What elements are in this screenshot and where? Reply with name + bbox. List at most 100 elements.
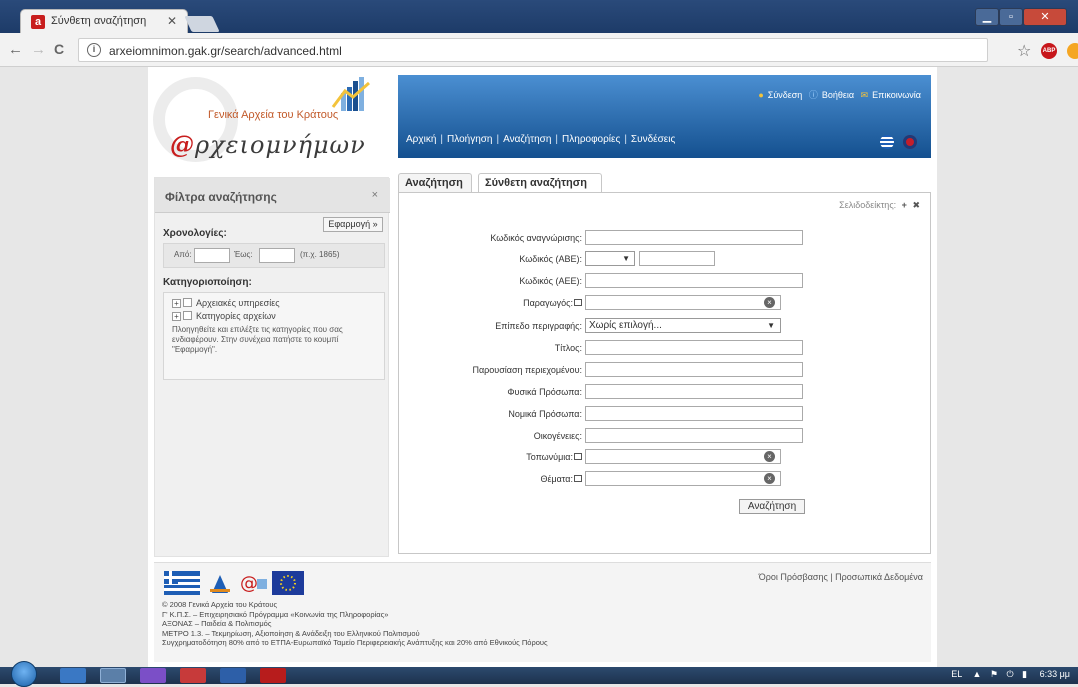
bookmark-add-icon[interactable]: +: [902, 200, 907, 210]
expand-icon[interactable]: +: [172, 312, 181, 321]
footer-links[interactable]: Όροι Πρόσβασης | Προσωπικά Δεδομένα: [759, 572, 923, 582]
svg-text:@: @: [240, 573, 258, 594]
level-label: Επίπεδο περιγραφής:: [495, 321, 582, 331]
nav-links[interactable]: Συνδέσεις: [631, 134, 675, 145]
extension-icon[interactable]: [1067, 43, 1078, 59]
footer-line: ΜΕΤΡΟ 1.3. – Τεκμηρίωση, Αξιοποίηση & Αν…: [162, 628, 420, 638]
clear-icon[interactable]: ×: [764, 297, 775, 308]
tab-title: Σύνθετη αναζήτηση: [51, 15, 147, 27]
forward-icon[interactable]: →: [31, 41, 46, 58]
clock[interactable]: 6:33 μμ: [1040, 669, 1070, 679]
chronology-label: Χρονολογίες:: [163, 228, 227, 239]
tab-advanced-search[interactable]: Σύνθετη αναζήτηση: [478, 173, 602, 194]
tab-close-icon[interactable]: ✕: [167, 14, 177, 28]
tree-item[interactable]: + Κατηγορίες αρχείων: [172, 311, 276, 321]
flag-tray-icon[interactable]: ⚑: [990, 669, 998, 679]
popup-icon[interactable]: [574, 453, 582, 460]
nav-separator: |: [555, 134, 559, 145]
system-tray: EL ▲ ⚑ ⏻ ▮ 6:33 μμ: [951, 669, 1070, 680]
browser-tab[interactable]: a Σύνθετη αναζήτηση ✕: [20, 9, 188, 33]
flag-uk-icon[interactable]: [903, 135, 917, 149]
tab-search[interactable]: Αναζήτηση: [398, 173, 472, 193]
id-input[interactable]: [585, 230, 803, 245]
category-label: Αρχειακές υπηρεσίες: [196, 298, 280, 308]
to-input[interactable]: [259, 248, 295, 263]
explorer-icon[interactable]: [60, 668, 86, 683]
logo-at: @: [170, 130, 195, 159]
clear-icon[interactable]: ×: [764, 451, 775, 462]
help-link[interactable]: Βοήθεια: [822, 90, 854, 100]
login-link[interactable]: Σύνδεση: [768, 90, 803, 100]
footer-line: ΑΞΟΝΑΣ – Παιδεία & Πολιτισμός: [162, 619, 272, 628]
adblock-icon[interactable]: ABP: [1041, 43, 1057, 59]
families-label: Οικογένειες:: [533, 431, 582, 441]
popup-icon[interactable]: [574, 299, 582, 306]
persons-input[interactable]: [585, 384, 803, 399]
url-input[interactable]: i arxeiomnimon.gak.gr/search/advanced.ht…: [78, 38, 988, 62]
level-select[interactable]: Χωρίς επιλογή... ▼: [585, 318, 781, 333]
signal-icon[interactable]: ▮: [1022, 669, 1027, 679]
sidebar-close-icon[interactable]: ×: [372, 189, 378, 201]
close-window-button[interactable]: ✕: [1023, 8, 1067, 26]
chrome-icon[interactable]: [100, 668, 126, 683]
windows-taskbar: EL ▲ ⚑ ⏻ ▮ 6:33 μμ: [0, 661, 1078, 687]
legal-label: Νομικά Πρόσωπα:: [508, 409, 582, 419]
aee-input[interactable]: [585, 273, 803, 288]
subjects-input[interactable]: [585, 471, 781, 486]
title-label: Τίτλος:: [554, 343, 582, 353]
abe-select[interactable]: ▼: [585, 251, 635, 266]
aee-label: Κωδικός (ΑΕΕ):: [519, 276, 582, 286]
places-input[interactable]: [585, 449, 781, 464]
from-input[interactable]: [194, 248, 230, 263]
info-icon[interactable]: i: [87, 43, 101, 57]
title-input[interactable]: [585, 340, 803, 355]
new-tab-button[interactable]: [184, 16, 220, 32]
apply-button[interactable]: Εφαρμογή »: [323, 217, 383, 232]
date-range: Από: Έως: (π.χ. 1865): [163, 243, 385, 268]
expand-icon[interactable]: +: [172, 299, 181, 308]
nav-home[interactable]: Αρχική: [406, 134, 436, 145]
families-input[interactable]: [585, 428, 803, 443]
producer-input[interactable]: [585, 295, 781, 310]
content-label: Παρουσίαση περιεχομένου:: [472, 365, 582, 375]
bookmark-star-icon[interactable]: ☆: [1017, 41, 1031, 61]
category-checkbox[interactable]: [183, 311, 192, 320]
content-input[interactable]: [585, 362, 803, 377]
flag-gr-icon[interactable]: [879, 135, 894, 149]
popup-icon[interactable]: [574, 475, 582, 482]
producer-label-text: Παραγωγός:: [523, 298, 573, 308]
power-icon[interactable]: ⏻: [1007, 669, 1014, 679]
categorization-label: Κατηγοριοποίηση:: [163, 277, 252, 288]
tray-arrow-icon[interactable]: ▲: [972, 669, 981, 679]
word-icon[interactable]: [220, 668, 246, 683]
nav-separator: |: [496, 134, 500, 145]
tree-item[interactable]: + Αρχειακές υπηρεσίες: [172, 298, 280, 308]
category-label: Κατηγορίες αρχείων: [196, 311, 276, 321]
sidebar-header: Φίλτρα αναζήτησης ×: [155, 178, 390, 213]
back-icon[interactable]: ←: [8, 41, 23, 58]
site-logo[interactable]: Γενικά Αρχεία του Κράτους @ρχειομνήμων: [148, 67, 397, 167]
nav-search[interactable]: Αναζήτηση: [503, 134, 551, 145]
minimize-button[interactable]: ▁: [975, 8, 999, 26]
abe-input[interactable]: [639, 251, 715, 266]
category-checkbox[interactable]: [183, 298, 192, 307]
bookmark-remove-icon[interactable]: ✖: [912, 200, 920, 210]
search-button[interactable]: Αναζήτηση: [739, 499, 805, 514]
clear-icon[interactable]: ×: [764, 473, 775, 484]
viber-icon[interactable]: [140, 668, 166, 683]
reload-icon[interactable]: C: [54, 41, 64, 57]
filters-sidebar: Φίλτρα αναζήτησης × Εφαρμογή » Χρονολογί…: [154, 177, 390, 557]
nav-info[interactable]: Πληροφορίες: [562, 134, 620, 145]
mail-icon: ✉: [860, 90, 869, 100]
top-links: ● Σύνδεση ⓘ Βοήθεια ✉ Επικοινωνία: [754, 88, 921, 101]
maximize-button[interactable]: ▫: [999, 8, 1023, 26]
logo-name: @ρχειομνήμων: [170, 130, 366, 159]
from-label: Από:: [174, 250, 192, 259]
app-icon[interactable]: [180, 668, 206, 683]
language-indicator[interactable]: EL: [951, 669, 962, 679]
start-button[interactable]: [11, 661, 37, 687]
legal-input[interactable]: [585, 406, 803, 421]
contact-link[interactable]: Επικοινωνία: [872, 90, 921, 100]
acrobat-icon[interactable]: [260, 668, 286, 683]
nav-browse[interactable]: Πλοήγηση: [447, 134, 493, 145]
